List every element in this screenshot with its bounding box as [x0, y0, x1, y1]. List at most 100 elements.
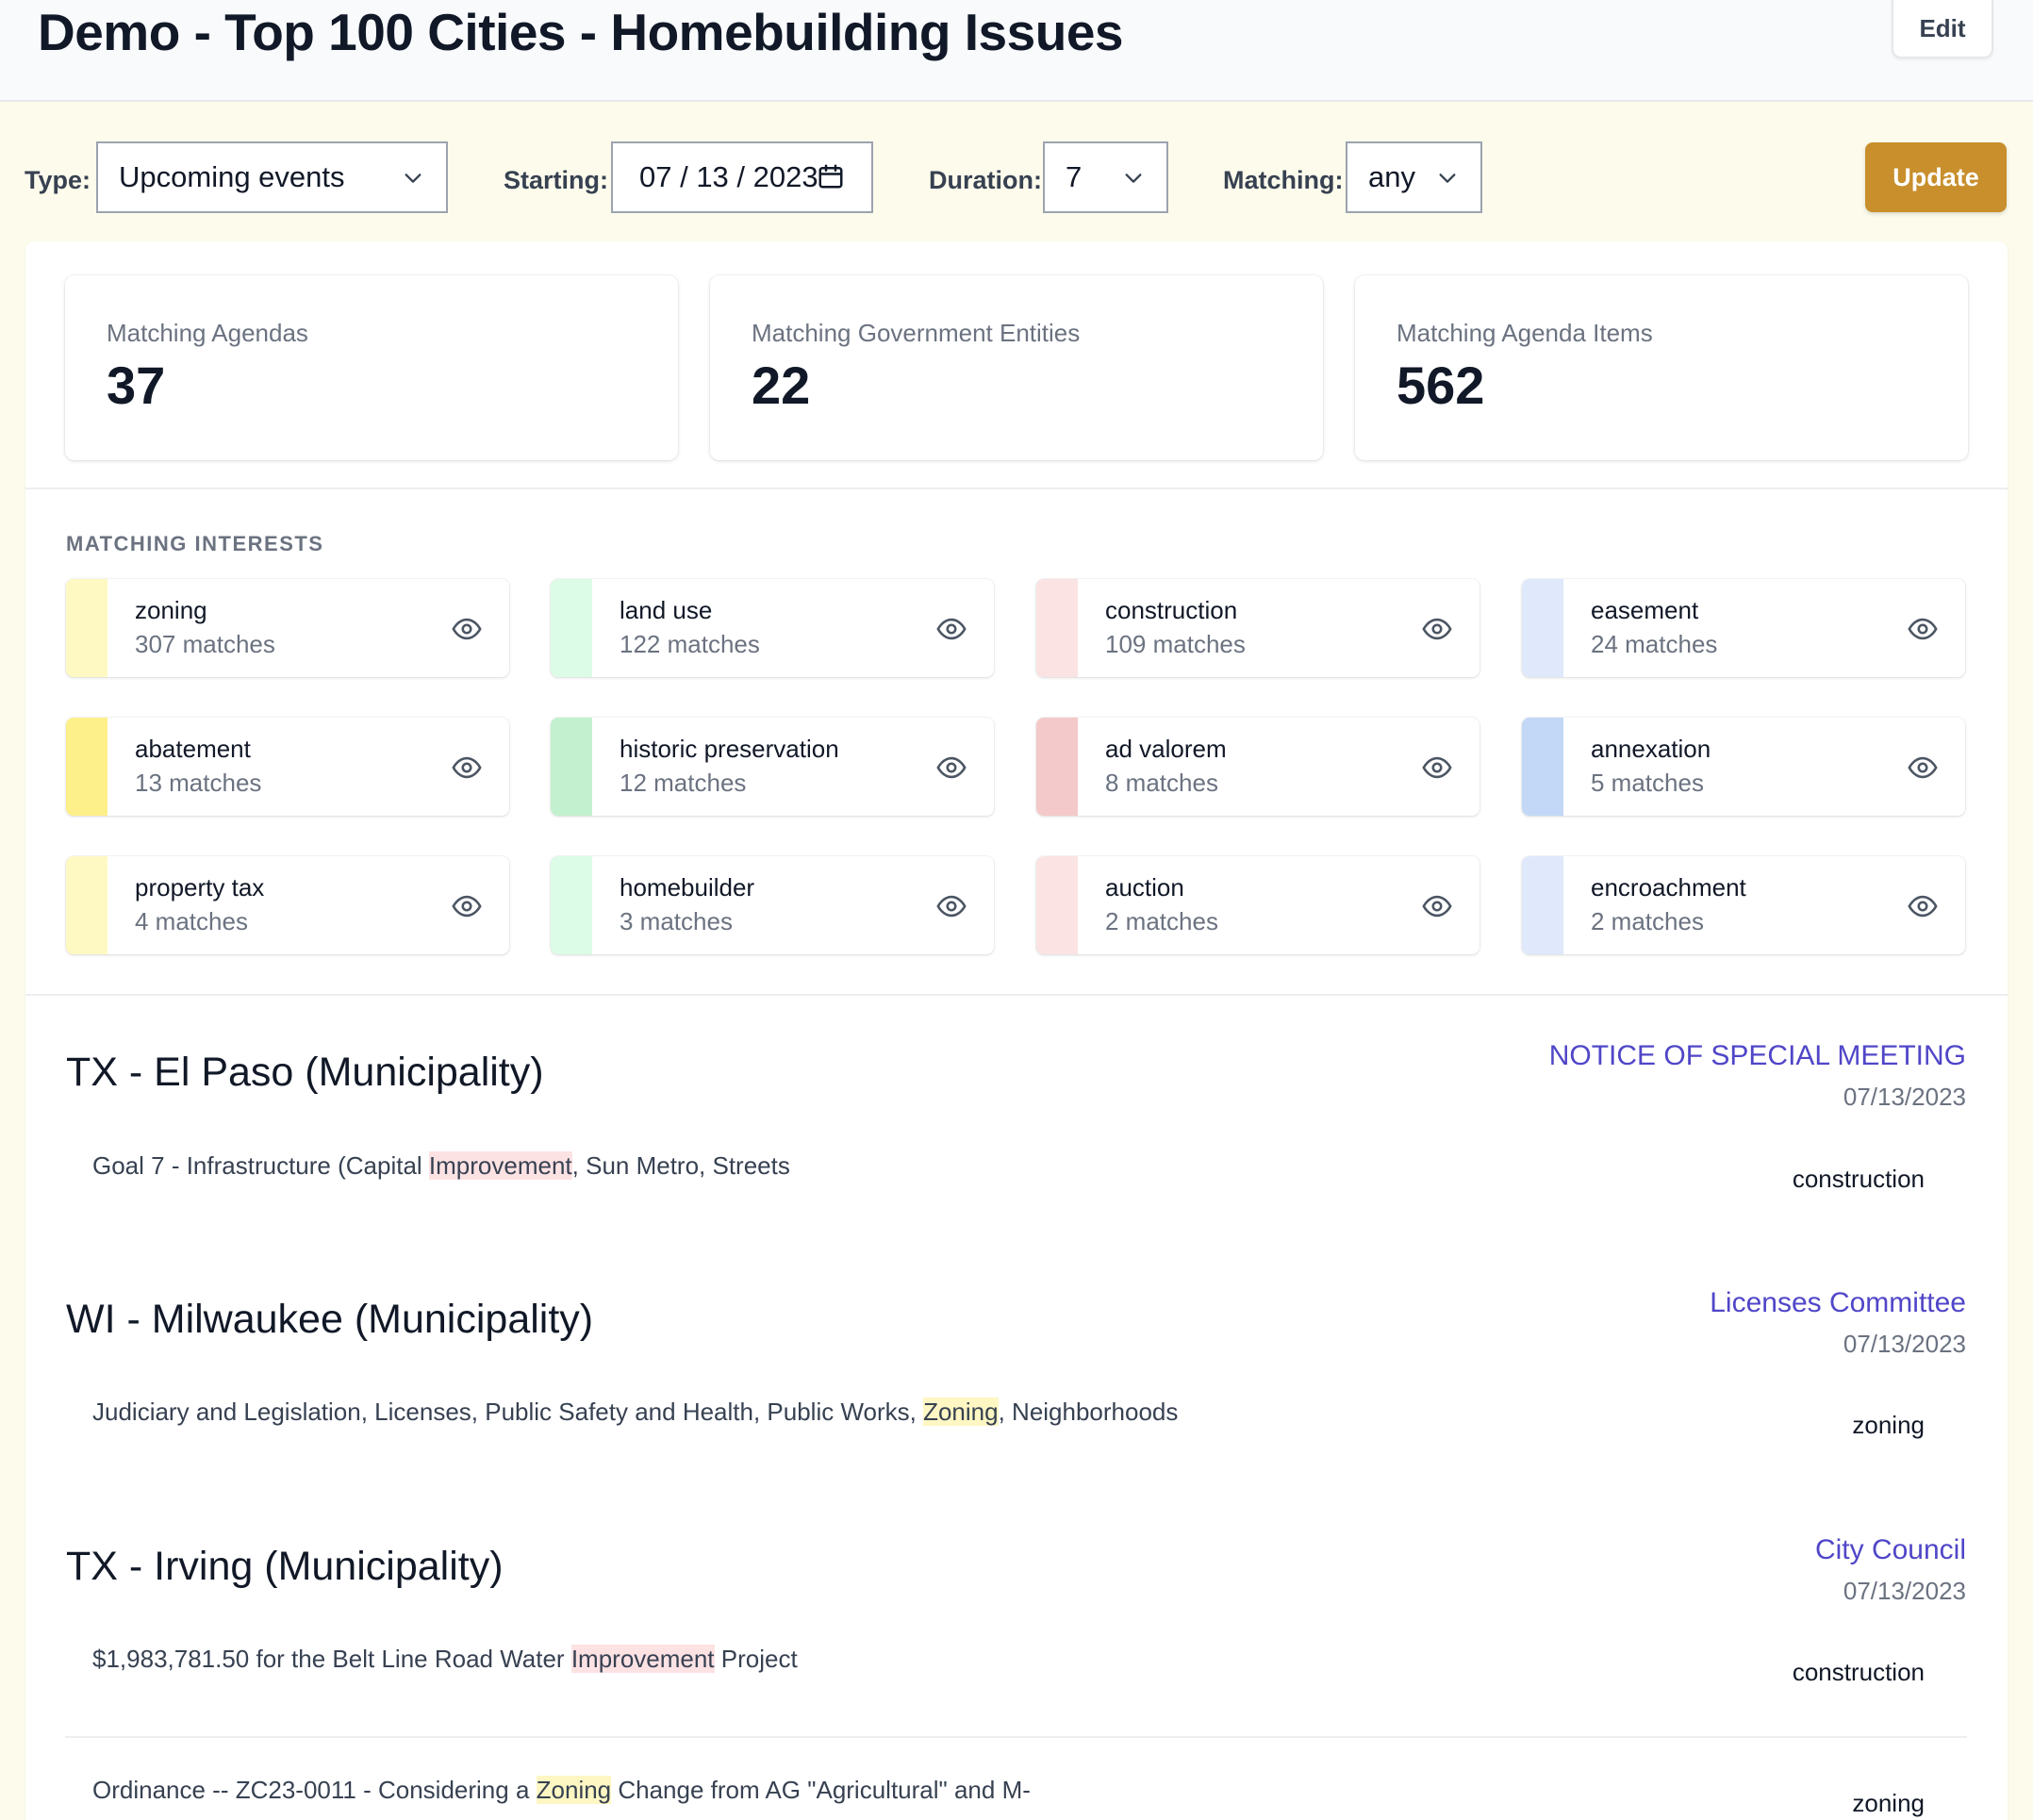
chevron-down-icon [405, 174, 421, 183]
eye-icon[interactable] [1421, 890, 1453, 922]
interest-count: 8 matches [1105, 769, 1218, 797]
interest-name: homebuilder [620, 873, 755, 902]
interest-name: abatement [135, 735, 251, 763]
interest-card-property-tax[interactable]: property tax 4 matches [66, 856, 509, 954]
item-text-pre: $1,983,781.50 for the Belt Line Road Wat… [92, 1645, 571, 1673]
keyword-highlight: Improvement [570, 1645, 715, 1673]
divider [25, 488, 2008, 489]
interest-count: 13 matches [135, 769, 262, 797]
eye-icon[interactable] [451, 752, 483, 784]
interest-card-annexation[interactable]: annexation 5 matches [1522, 718, 1965, 816]
interest-card-construction[interactable]: construction 109 matches [1036, 579, 1479, 677]
matching-select-value: any [1368, 160, 1415, 193]
interest-count: 109 matches [1105, 630, 1246, 658]
edit-button[interactable]: Edit [1892, 0, 1993, 58]
keyword-highlight: Zoning [536, 1776, 612, 1804]
duration-label: Duration: [929, 166, 1042, 194]
interest-card-auction[interactable]: auction 2 matches [1036, 856, 1479, 954]
interest-name: historic preservation [620, 735, 839, 763]
stat-value: 562 [1397, 356, 1485, 415]
item-text-pre: Goal 7 - Infrastructure (Capital [92, 1151, 429, 1180]
result-city[interactable]: TX - El Paso (Municipality) [66, 1050, 544, 1096]
item-divider [65, 1736, 1967, 1738]
stat-card-entities: Matching Government Entities 22 [710, 275, 1323, 460]
agenda-item-tag: zoning [1852, 1789, 1925, 1817]
stat-value: 37 [107, 356, 166, 415]
interest-card-abatement[interactable]: abatement 13 matches [66, 718, 509, 816]
interest-card-historic-preservation[interactable]: historic preservation 12 matches [551, 718, 994, 816]
interest-color-bar [551, 718, 592, 816]
result-city[interactable]: WI - Milwaukee (Municipality) [66, 1297, 593, 1343]
type-select[interactable]: Upcoming events [96, 141, 448, 213]
interest-card-encroachment[interactable]: encroachment 2 matches [1522, 856, 1965, 954]
result-meeting-link[interactable]: Licenses Committee [1710, 1287, 1966, 1319]
type-label: Type: [25, 166, 91, 194]
interest-color-bar [1036, 856, 1078, 954]
interest-count: 24 matches [1591, 630, 1718, 658]
matching-select[interactable]: any [1346, 141, 1482, 213]
item-text-post: Project [714, 1645, 798, 1673]
type-select-value: Upcoming events [119, 160, 345, 193]
eye-icon[interactable] [1421, 613, 1453, 645]
duration-select[interactable]: 7 [1043, 141, 1168, 213]
keyword-highlight: Improvement [428, 1151, 572, 1180]
item-text-post: Change from AG "Agricultural" and M- [611, 1776, 1031, 1804]
interest-color-bar [66, 718, 107, 816]
page-title: Demo - Top 100 Cities - Homebuilding Iss… [38, 3, 1124, 61]
interest-name: annexation [1591, 735, 1711, 763]
agenda-item-text: Ordinance -- ZC23-0011 - Considering a Z… [92, 1776, 1031, 1805]
interest-name: property tax [135, 873, 265, 902]
agenda-item-tag: zoning [1852, 1411, 1925, 1439]
interest-count: 3 matches [620, 907, 733, 935]
result-city[interactable]: TX - Irving (Municipality) [66, 1544, 504, 1590]
item-text-post: , Neighborhoods [998, 1398, 1179, 1426]
stat-card-agendas: Matching Agendas 37 [65, 275, 678, 460]
interest-name: auction [1105, 873, 1184, 902]
result-meeting-link[interactable]: NOTICE OF SPECIAL MEETING [1549, 1040, 1966, 1072]
interest-count: 2 matches [1591, 907, 1704, 935]
starting-date-input[interactable]: 07 / 13 / 2023 [611, 141, 873, 213]
interest-color-bar [1522, 856, 1563, 954]
interest-card-land-use[interactable]: land use 122 matches [551, 579, 994, 677]
eye-icon[interactable] [1421, 752, 1453, 784]
matching-label: Matching: [1223, 166, 1344, 194]
interest-count: 122 matches [620, 630, 760, 658]
stat-label: Matching Agendas [107, 319, 308, 347]
interest-color-bar [1036, 718, 1078, 816]
interest-card-homebuilder[interactable]: homebuilder 3 matches [551, 856, 994, 954]
interest-name: zoning [135, 596, 207, 624]
eye-icon[interactable] [935, 613, 967, 645]
calendar-icon[interactable] [817, 162, 845, 190]
interest-color-bar [66, 856, 107, 954]
eye-icon[interactable] [451, 613, 483, 645]
interest-name: land use [620, 596, 713, 624]
agenda-item-tag: construction [1792, 1165, 1925, 1193]
starting-date-value: 07 / 13 / 2023 [639, 160, 818, 193]
interest-color-bar [1522, 718, 1563, 816]
eye-icon[interactable] [1907, 613, 1939, 645]
page-header: Demo - Top 100 Cities - Homebuilding Iss… [0, 0, 2033, 102]
item-text-post: , Sun Metro, Streets [571, 1151, 790, 1180]
update-button[interactable]: Update [1865, 142, 2007, 212]
stat-label: Matching Government Entities [752, 319, 1081, 347]
eye-icon[interactable] [1907, 752, 1939, 784]
interest-name: encroachment [1591, 873, 1746, 902]
stat-value: 22 [752, 356, 811, 415]
interest-color-bar [551, 856, 592, 954]
result-meeting-link[interactable]: City Council [1815, 1534, 1966, 1566]
eye-icon[interactable] [1907, 890, 1939, 922]
agenda-item-text: $1,983,781.50 for the Belt Line Road Wat… [92, 1645, 798, 1674]
interest-name: construction [1105, 596, 1238, 624]
interest-color-bar [1036, 579, 1078, 677]
interest-card-easement[interactable]: easement 24 matches [1522, 579, 1965, 677]
interest-card-zoning[interactable]: zoning 307 matches [66, 579, 509, 677]
interest-count: 12 matches [620, 769, 747, 797]
eye-icon[interactable] [451, 890, 483, 922]
interest-count: 307 matches [135, 630, 275, 658]
eye-icon[interactable] [935, 752, 967, 784]
interest-name: easement [1591, 596, 1699, 624]
eye-icon[interactable] [935, 890, 967, 922]
matching-interests-heading: MATCHING INTERESTS [66, 532, 324, 555]
interest-card-ad-valorem[interactable]: ad valorem 8 matches [1036, 718, 1479, 816]
interest-color-bar [66, 579, 107, 677]
